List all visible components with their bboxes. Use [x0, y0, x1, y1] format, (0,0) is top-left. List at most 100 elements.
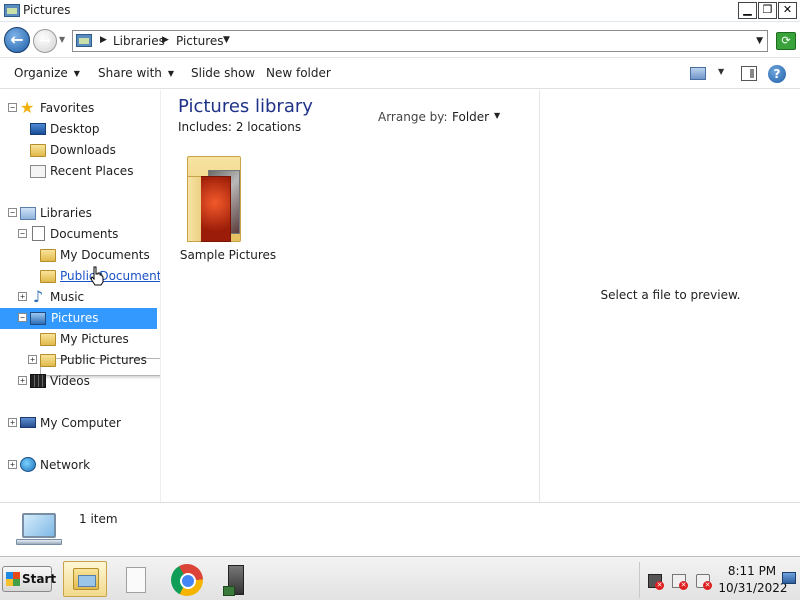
collapse-toggle-icon[interactable]: − — [8, 103, 17, 112]
nav-pictures[interactable]: − Pictures — [0, 308, 157, 329]
includes-label: Includes: — [178, 120, 232, 134]
nav-desktop-label: Desktop — [50, 122, 100, 136]
library-title: Pictures library — [178, 96, 313, 117]
view-options-dropdown-icon[interactable]: ▼ — [718, 67, 724, 76]
network-icon — [20, 457, 36, 472]
nav-downloads[interactable]: Downloads — [18, 140, 158, 161]
breadcrumb-end-arrow-icon[interactable]: ▼ — [223, 35, 230, 45]
nav-my-computer[interactable]: + My Computer — [8, 413, 158, 434]
new-folder-button[interactable]: New folder — [266, 66, 331, 80]
expand-toggle-icon[interactable]: + — [18, 376, 27, 385]
expand-toggle-icon[interactable]: + — [18, 292, 27, 301]
nav-favorites-label: Favorites — [40, 101, 95, 115]
nav-public-pictures[interactable]: + Public Pictures — [28, 350, 158, 371]
help-icon[interactable]: ? — [768, 65, 786, 83]
close-button[interactable]: ✕ — [778, 2, 797, 19]
clock-time[interactable]: 8:11 PM — [722, 564, 782, 578]
collapse-toggle-icon[interactable]: − — [18, 313, 27, 322]
navigation-pane: − ★ Favorites Desktop Downloads Recent P… — [0, 90, 168, 502]
star-icon: ★ — [20, 98, 35, 117]
pictures-library-icon — [4, 4, 20, 17]
public-documents-folder-icon — [40, 270, 56, 283]
nav-my-documents[interactable]: My Documents — [28, 245, 158, 266]
expand-toggle-icon[interactable]: + — [8, 460, 17, 469]
breadcrumb-pictures[interactable]: Pictures — [176, 34, 224, 48]
nav-desktop[interactable]: Desktop — [18, 119, 158, 140]
nav-my-pictures-label: My Pictures — [60, 332, 129, 346]
details-pane: 1 item — [0, 502, 800, 556]
restore-button[interactable]: ❐ — [758, 2, 777, 19]
organize-button[interactable]: Organize ▼ — [14, 66, 80, 80]
clock-date[interactable]: 10/31/2022 — [716, 581, 790, 595]
chevron-down-icon: ▼ — [73, 69, 80, 78]
nav-my-pictures[interactable]: My Pictures — [28, 329, 158, 350]
collapse-toggle-icon[interactable]: − — [18, 229, 27, 238]
nav-libraries-label: Libraries — [40, 206, 92, 220]
nav-network[interactable]: + Network — [8, 455, 158, 476]
my-documents-folder-icon — [40, 249, 56, 262]
slide-show-button[interactable]: Slide show — [191, 66, 255, 80]
nav-documents[interactable]: − Documents — [18, 224, 158, 245]
taskbar-windows-explorer[interactable] — [63, 561, 107, 597]
breadcrumb-root-arrow-icon[interactable]: ▶ — [100, 35, 107, 45]
minimize-button[interactable]: ▁ — [738, 2, 757, 19]
nav-videos[interactable]: + Videos — [18, 371, 158, 392]
chevron-down-icon[interactable]: ▼ — [494, 111, 500, 120]
music-icon: ♪ — [32, 287, 44, 306]
document-icon — [126, 567, 146, 593]
nav-downloads-label: Downloads — [50, 143, 116, 157]
share-with-label: Share with — [98, 66, 162, 80]
preview-pane-toggle-icon[interactable] — [741, 66, 757, 81]
includes-locations-link[interactable]: 2 locations — [236, 120, 301, 134]
nav-videos-label: Videos — [50, 374, 90, 388]
expand-toggle-icon[interactable]: + — [8, 418, 17, 427]
preview-pane: Select a file to preview. — [539, 90, 800, 502]
downloads-folder-icon — [30, 144, 46, 157]
breadcrumb-libraries[interactable]: Libraries — [113, 34, 165, 48]
nav-recent-places[interactable]: Recent Places — [18, 161, 158, 182]
film-strip-icon — [30, 374, 46, 388]
forward-button[interactable]: → — [33, 29, 57, 53]
nav-my-computer-label: My Computer — [40, 416, 121, 430]
nav-music-label: Music — [50, 290, 85, 304]
nav-pictures-label: Pictures — [51, 311, 99, 325]
nav-public-documents-label: Public Documents — [60, 269, 168, 283]
taskbar-blank-document[interactable] — [113, 561, 157, 597]
refresh-icon[interactable]: ⟳ — [776, 32, 796, 50]
taskbar-chrome[interactable] — [164, 561, 208, 597]
network-status-icon[interactable]: ✕ — [648, 574, 664, 590]
arrange-by-label: Arrange by: — [378, 110, 448, 124]
chrome-icon — [171, 564, 203, 596]
share-with-button[interactable]: Share with ▼ — [98, 66, 174, 80]
windows-logo-icon — [6, 572, 20, 586]
show-desktop-icon[interactable] — [782, 572, 796, 584]
volume-icon[interactable]: ✕ — [696, 574, 712, 590]
back-button[interactable]: ← — [4, 27, 30, 53]
nav-libraries[interactable]: − Libraries — [8, 203, 158, 224]
file-list-pane: Pictures library Includes: 2 locations A… — [160, 90, 536, 502]
nav-network-label: Network — [40, 458, 91, 472]
breadcrumb-arrow-icon[interactable]: ▶ — [162, 35, 169, 45]
start-label: Start — [22, 572, 57, 586]
collapse-toggle-icon[interactable]: − — [8, 208, 17, 217]
title-bar: Pictures ▁ ❐ ✕ — [0, 0, 800, 22]
file-item-label: Sample Pictures — [179, 248, 277, 262]
organize-label: Organize — [14, 66, 68, 80]
file-item-sample-pictures[interactable]: Sample Pictures — [178, 148, 278, 268]
expand-toggle-icon[interactable]: + — [28, 355, 37, 364]
action-center-icon[interactable]: ✕ — [672, 574, 688, 590]
preview-message: Select a file to preview. — [600, 288, 741, 302]
arrange-by-dropdown[interactable]: Folder — [452, 110, 489, 124]
nav-music[interactable]: + ♪ Music — [18, 287, 158, 308]
nav-favorites[interactable]: − ★ Favorites — [8, 98, 158, 119]
taskbar-server-manager[interactable] — [214, 561, 258, 597]
address-bar[interactable]: ▶ Libraries ▶ Pictures ▼ ▼ — [72, 30, 768, 52]
address-history-dropdown-icon[interactable]: ▼ — [756, 36, 763, 46]
recent-pages-dropdown-icon[interactable]: ▼ — [59, 35, 69, 45]
documents-icon — [32, 226, 45, 241]
change-view-icon[interactable] — [690, 67, 706, 80]
nav-documents-label: Documents — [50, 227, 119, 241]
recent-places-icon — [30, 165, 46, 178]
nav-public-pictures-label: Public Pictures — [60, 353, 147, 367]
start-button[interactable]: Start — [2, 566, 56, 592]
